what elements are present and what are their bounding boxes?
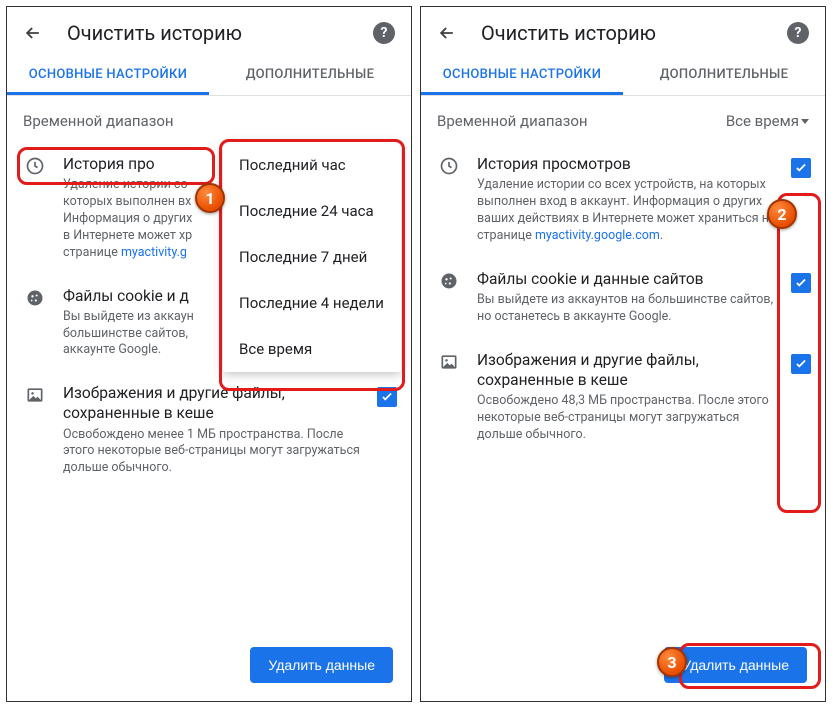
cache-desc: Освобождено менее 1 МБ пространства. Пос… bbox=[63, 427, 363, 478]
cookies-checkbox[interactable] bbox=[791, 273, 811, 293]
cache-title: Изображения и другие файлы, сохраненные … bbox=[63, 383, 363, 423]
clock-icon bbox=[21, 154, 49, 176]
tabs: ОСНОВНЫЕ НАСТРОЙКИ ДОПОЛНИТЕЛЬНЫЕ bbox=[421, 55, 825, 96]
image-icon bbox=[21, 383, 49, 405]
delete-button[interactable]: Удалить данные bbox=[250, 647, 393, 683]
cookies-desc: Вы выйдете из аккаунтов на большинстве с… bbox=[477, 292, 777, 326]
section-cache[interactable]: Изображения и другие файлы, сохраненные … bbox=[7, 373, 411, 491]
range-option-24h[interactable]: Последние 24 часа bbox=[223, 188, 401, 234]
time-range-label: Временной диапазон bbox=[437, 112, 726, 130]
image-icon bbox=[435, 350, 463, 372]
section-cache[interactable]: Изображения и другие файлы, сохраненные … bbox=[421, 340, 825, 458]
page-title: Очистить историю bbox=[67, 21, 349, 45]
section-cookies[interactable]: Файлы cookie и данные сайтов Вы выйдете … bbox=[421, 259, 825, 340]
range-option-hour[interactable]: Последний час bbox=[223, 142, 401, 188]
cache-checkbox[interactable] bbox=[377, 387, 397, 407]
page-title: Очистить историю bbox=[481, 21, 763, 45]
time-range-value: Все время bbox=[726, 112, 809, 130]
history-desc: Удаление истории со всех устройств, на к… bbox=[477, 177, 777, 245]
tabs: ОСНОВНЫЕ НАСТРОЙКИ ДОПОЛНИТЕЛЬНЫЕ bbox=[7, 55, 411, 96]
annotation-badge-1: 1 bbox=[195, 183, 225, 213]
tab-basic[interactable]: ОСНОВНЫЕ НАСТРОЙКИ bbox=[7, 55, 209, 95]
help-icon[interactable]: ? bbox=[373, 22, 395, 44]
history-title: История просмотров bbox=[477, 154, 777, 174]
help-icon[interactable]: ? bbox=[787, 22, 809, 44]
time-range-row[interactable]: Временной диапазон bbox=[7, 96, 411, 144]
tab-advanced[interactable]: ДОПОЛНИТЕЛЬНЫЕ bbox=[623, 55, 825, 95]
annotation-badge-2: 2 bbox=[767, 199, 797, 229]
cache-title: Изображения и другие файлы, сохраненные … bbox=[477, 350, 777, 390]
time-range-row[interactable]: Временной диапазон Все время bbox=[421, 96, 825, 144]
history-checkbox[interactable] bbox=[791, 158, 811, 178]
back-icon[interactable] bbox=[23, 23, 43, 43]
cache-checkbox[interactable] bbox=[791, 354, 811, 374]
range-option-4w[interactable]: Последние 4 недели bbox=[223, 280, 401, 326]
chevron-down-icon bbox=[801, 119, 809, 124]
time-range-dropdown: Последний час Последние 24 часа Последни… bbox=[223, 142, 401, 372]
range-option-7d[interactable]: Последние 7 дней bbox=[223, 234, 401, 280]
cookie-icon bbox=[21, 286, 49, 308]
annotation-badge-3: 3 bbox=[657, 647, 687, 677]
phone-right: Очистить историю ? ОСНОВНЫЕ НАСТРОЙКИ ДО… bbox=[420, 6, 826, 702]
header: Очистить историю ? bbox=[421, 7, 825, 55]
cookies-title: Файлы cookie и данные сайтов bbox=[477, 269, 777, 289]
clock-icon bbox=[435, 154, 463, 176]
tab-basic[interactable]: ОСНОВНЫЕ НАСТРОЙКИ bbox=[421, 55, 623, 95]
back-icon[interactable] bbox=[437, 23, 457, 43]
cookie-icon bbox=[435, 269, 463, 291]
phone-left: Очистить историю ? ОСНОВНЫЕ НАСТРОЙКИ ДО… bbox=[6, 6, 412, 702]
time-range-label: Временной диапазон bbox=[23, 112, 395, 130]
header: Очистить историю ? bbox=[7, 7, 411, 55]
cache-desc: Освобождено 48,3 МБ пространства. После … bbox=[477, 393, 777, 444]
tab-advanced[interactable]: ДОПОЛНИТЕЛЬНЫЕ bbox=[209, 55, 411, 95]
section-history[interactable]: История просмотров Удаление истории со в… bbox=[421, 144, 825, 259]
range-option-all[interactable]: Все время bbox=[223, 326, 401, 372]
